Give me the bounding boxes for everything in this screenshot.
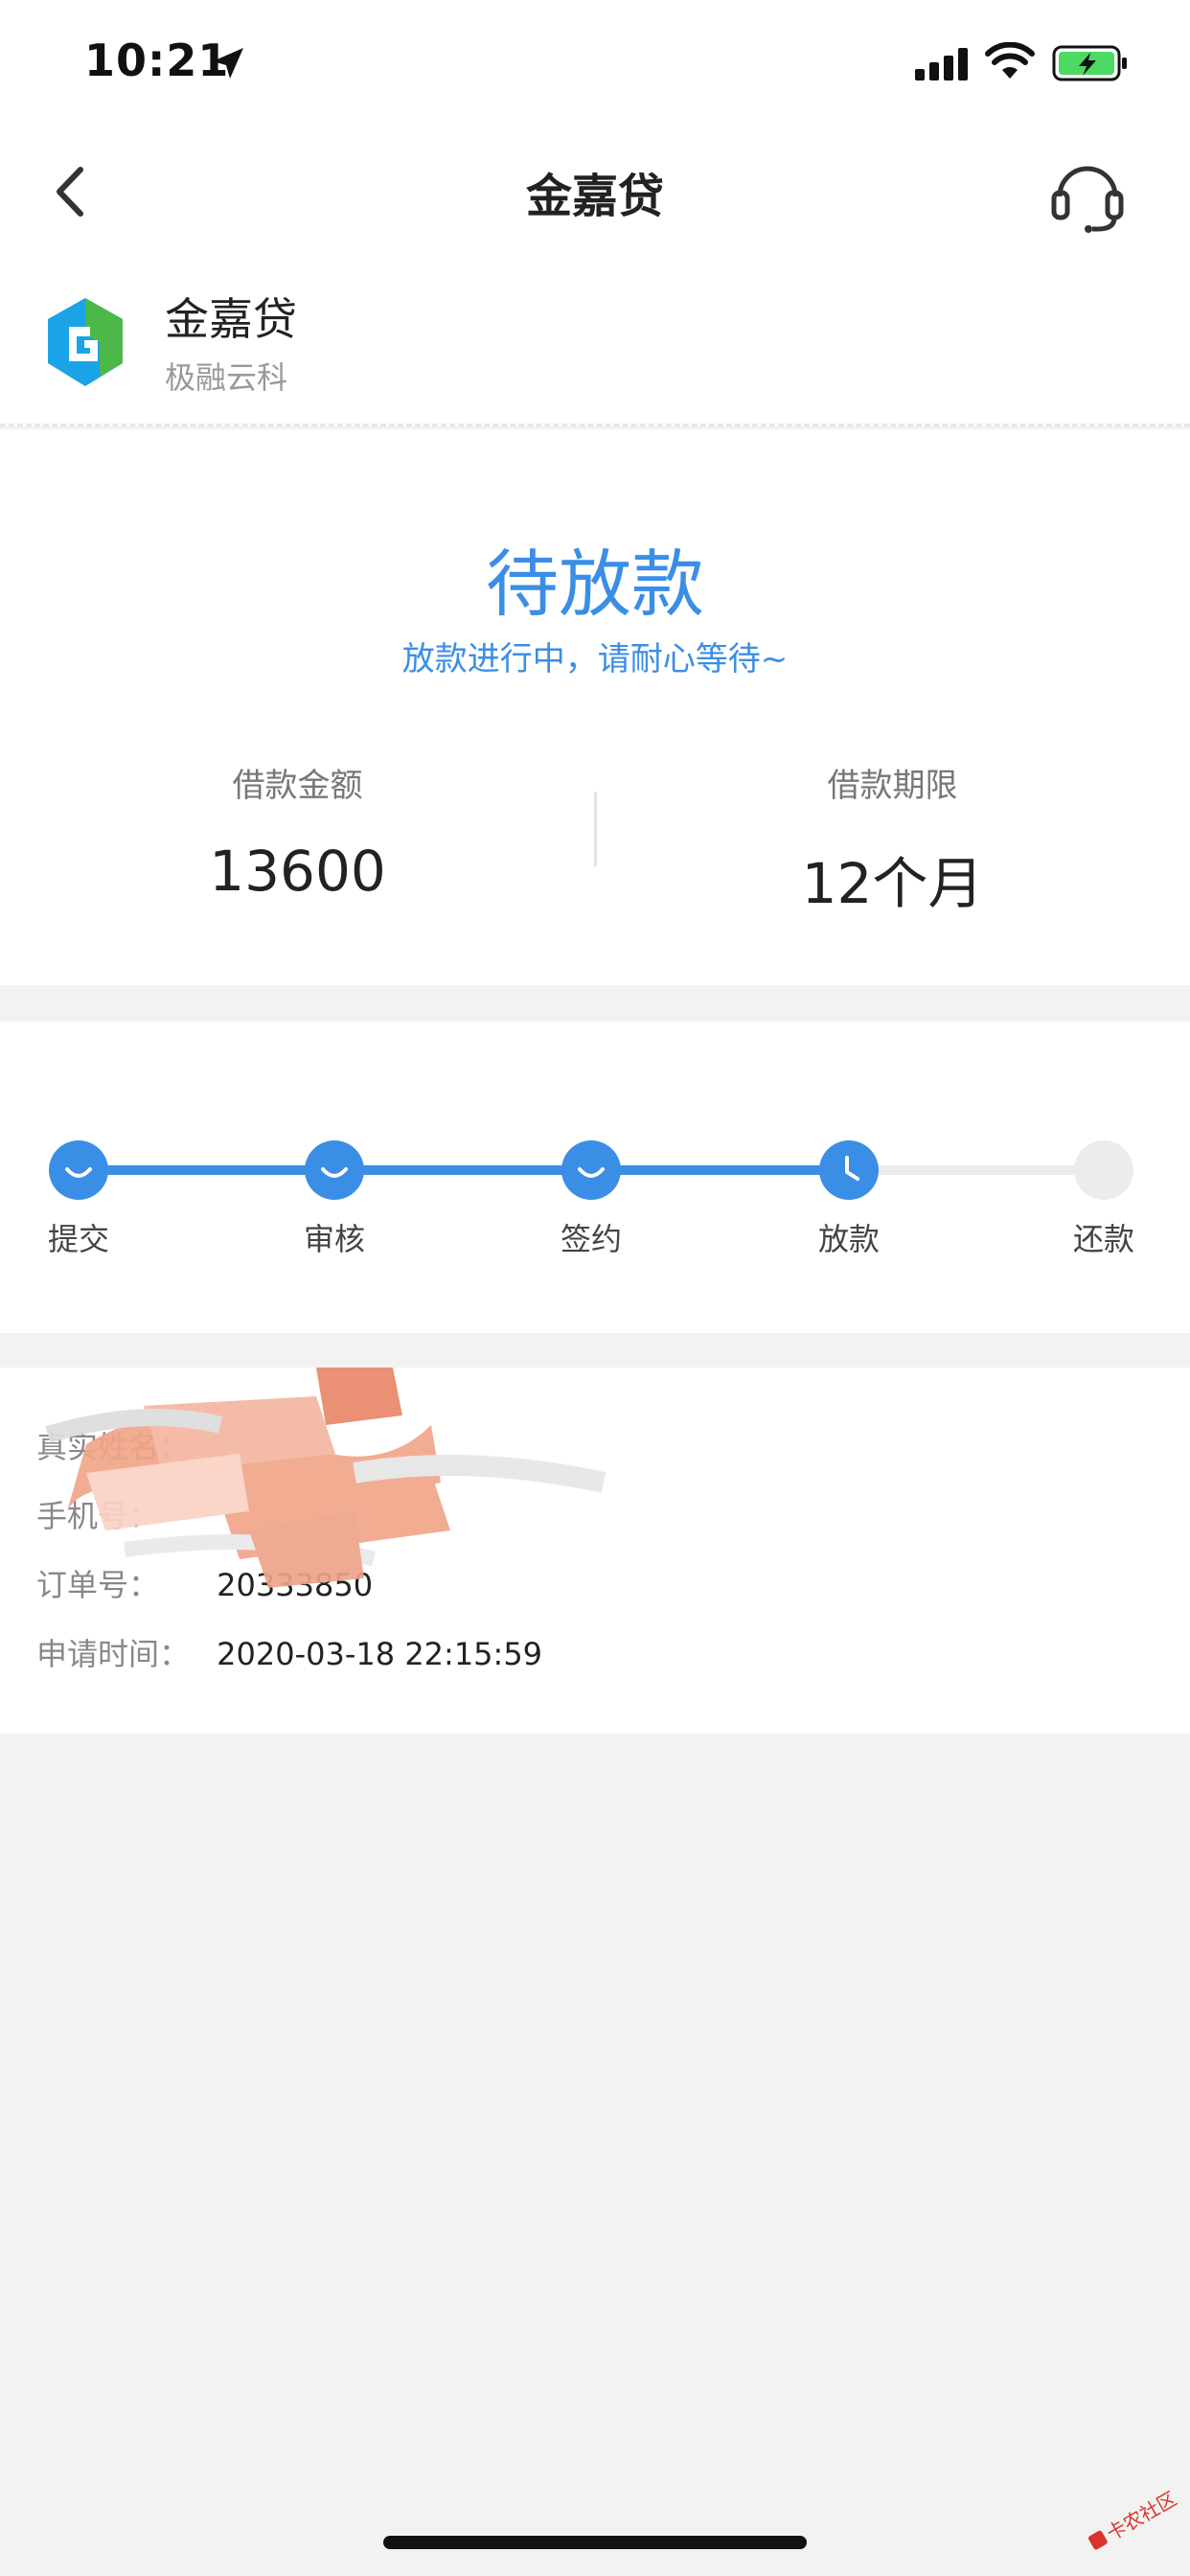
- info-label: 申请时间：: [36, 1636, 191, 1672]
- progress-step-label: 签约: [560, 1221, 622, 1257]
- loan-term-value: 12个月: [801, 851, 984, 916]
- progress-step-review: 审核: [258, 1140, 411, 1259]
- check-smile-icon: [305, 1140, 364, 1200]
- wifi-icon: [985, 42, 1035, 79]
- loan-term-block: 借款期限 12个月: [595, 759, 1190, 919]
- product-company: 极融云科: [165, 359, 288, 396]
- pending-dot-icon: [1074, 1140, 1133, 1200]
- check-smile-icon: [49, 1140, 108, 1200]
- cellular-signal-icon: [915, 48, 968, 80]
- status-bar: 10:21: [0, 0, 1190, 129]
- loan-term-label: 借款期限: [827, 767, 958, 805]
- loan-status-subtitle: 放款进行中，请耐心等待~: [401, 640, 789, 678]
- product-header: 金嘉贷 极融云科: [0, 254, 1190, 426]
- progress-card: 提交 审核 签约 放款 还款: [0, 1022, 1190, 1333]
- progress-step-submit: 提交: [2, 1140, 155, 1259]
- product-name: 金嘉贷: [165, 293, 297, 345]
- clock-icon: [819, 1140, 879, 1200]
- nav-bar: 金嘉贷: [0, 129, 1190, 254]
- loan-status-title: 待放款: [486, 541, 704, 627]
- redaction-scribble: [45, 1368, 606, 1588]
- progress-step-label: 还款: [1072, 1221, 1134, 1257]
- progress-step-disburse: 放款: [772, 1140, 926, 1259]
- location-arrow-icon: [213, 48, 243, 79]
- check-smile-icon: [561, 1140, 621, 1200]
- order-info-card: 真实姓名： 手机号： 订单号： 20333850 申请时间： 2020-03-1…: [0, 1368, 1190, 1734]
- loan-amount-value: 13600: [209, 839, 386, 904]
- battery-charging-icon: [1052, 45, 1127, 81]
- page-title: 金嘉贷: [525, 170, 664, 223]
- customer-service-headset-icon[interactable]: [1044, 150, 1131, 237]
- progress-step-sign: 签约: [515, 1140, 668, 1259]
- status-time: 10:21: [84, 34, 230, 86]
- progress-track-completed: [79, 1165, 849, 1175]
- product-logo: [48, 298, 123, 386]
- watermark-text: 卡农社区: [1103, 2487, 1180, 2545]
- loan-amount-block: 借款金额 13600: [0, 759, 595, 904]
- progress-step-label: 审核: [303, 1221, 365, 1257]
- info-row-apply-time: 申请时间： 2020-03-18 22:15:59: [36, 1630, 542, 1678]
- community-watermark: 卡农社区: [1088, 2487, 1180, 2550]
- page: 10:21 金嘉贷 金嘉贷 极融云科 待放款 放款进行中，请耐心等待~ 借款金额…: [0, 0, 1190, 2576]
- info-value: 2020-03-18 22:15:59: [217, 1636, 543, 1672]
- progress-step-label: 提交: [47, 1221, 109, 1257]
- home-indicator[interactable]: [383, 2536, 807, 2549]
- loan-amount-label: 借款金额: [232, 767, 363, 805]
- loan-status-card: 待放款 放款进行中，请耐心等待~ 借款金额 13600 借款期限 12个月: [0, 429, 1190, 985]
- progress-step-label: 放款: [817, 1221, 880, 1257]
- progress-step-repay: 还款: [1027, 1140, 1180, 1259]
